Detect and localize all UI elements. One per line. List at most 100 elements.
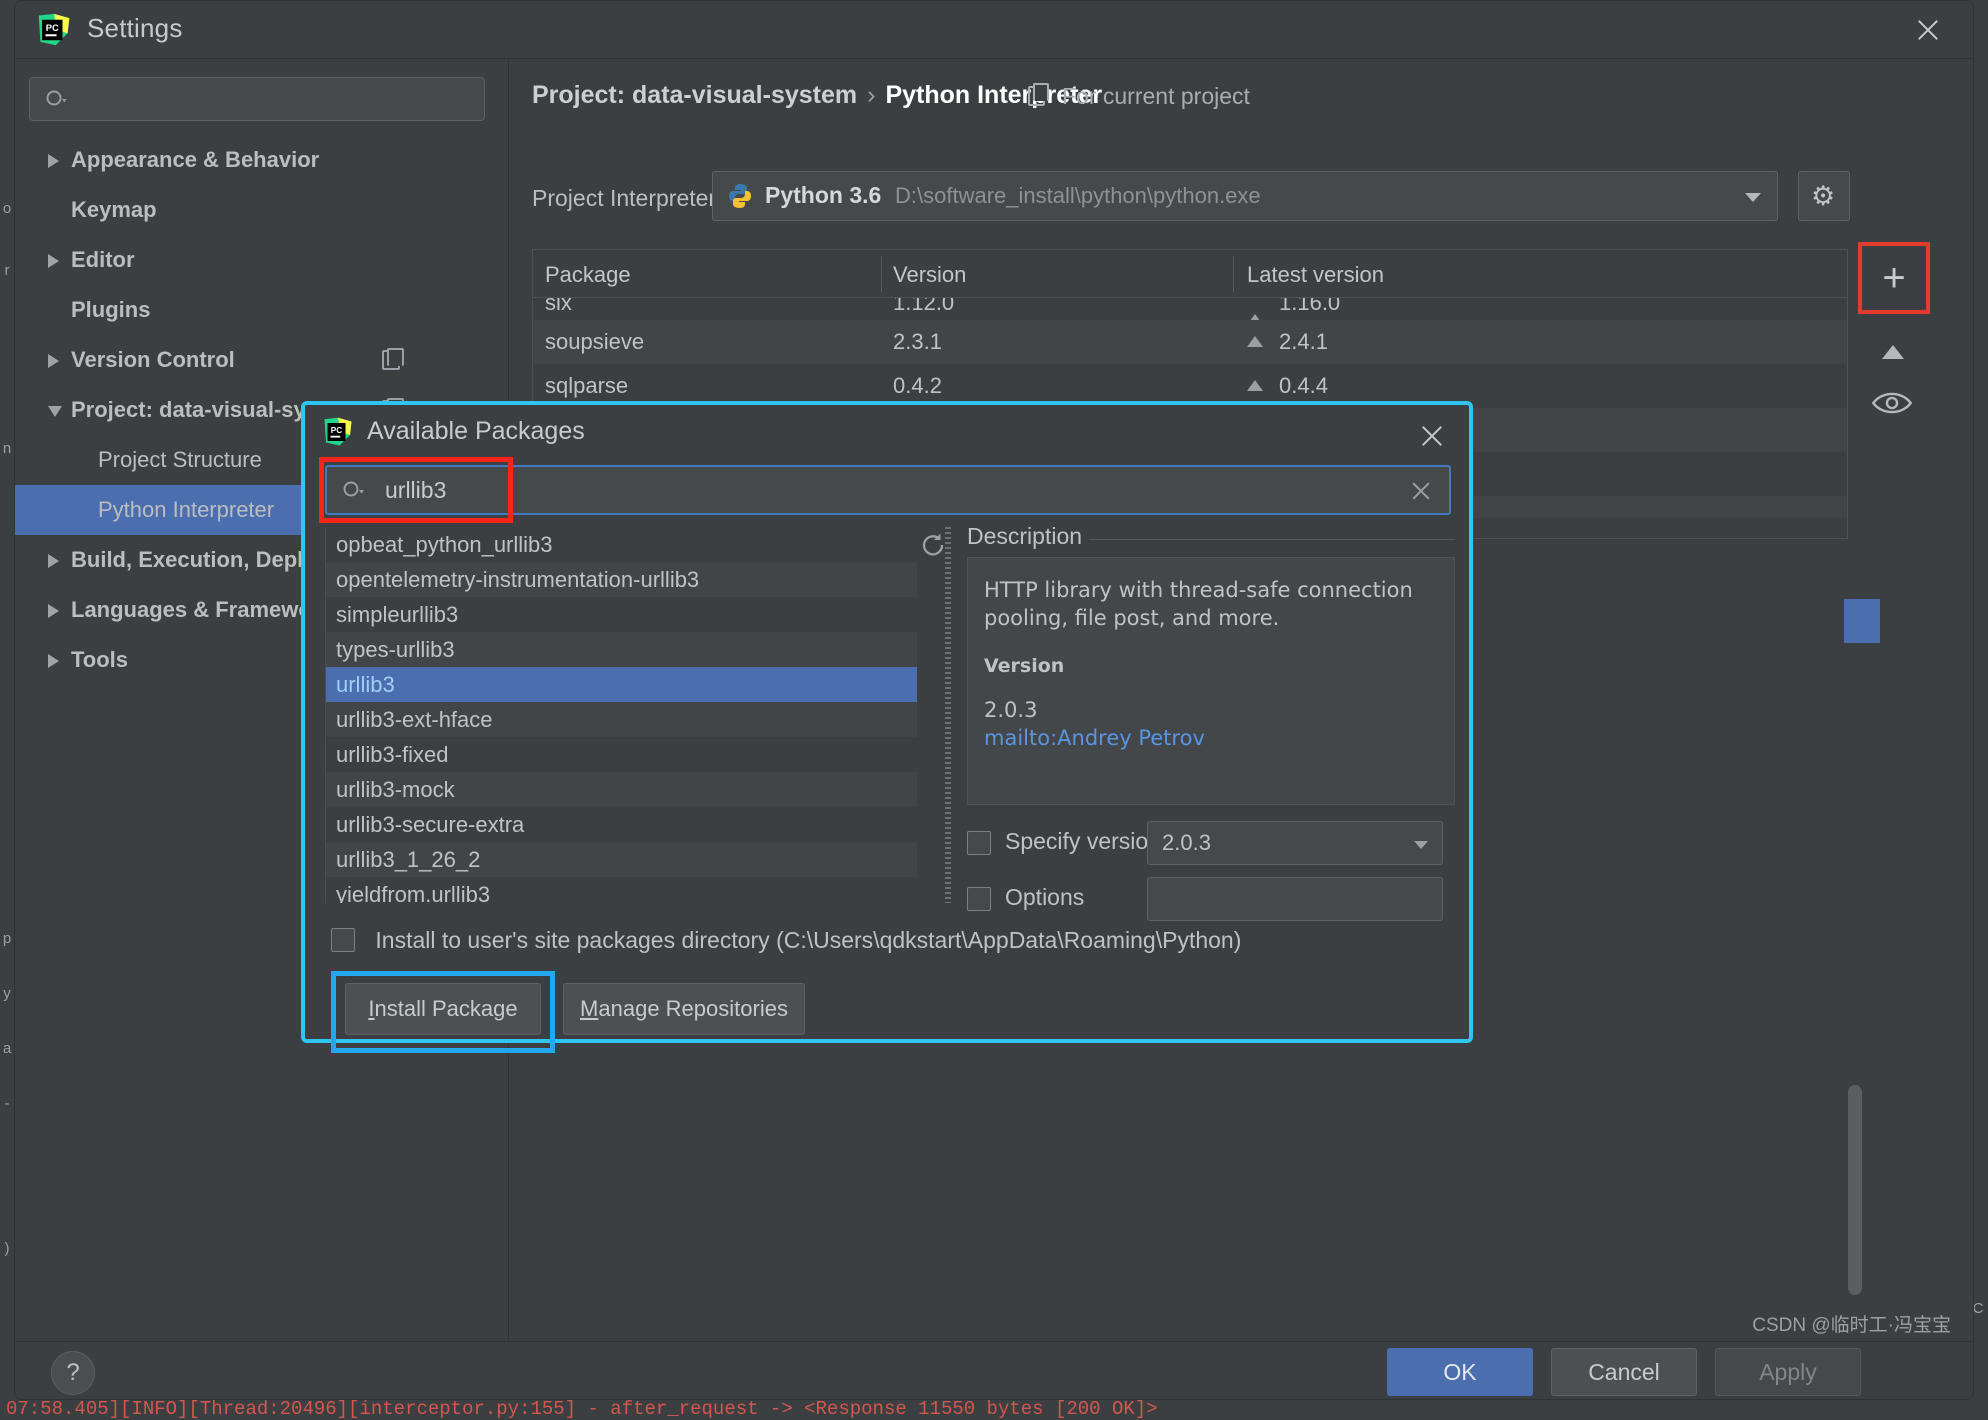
sidebar-item-label: Python Interpreter (98, 497, 275, 522)
chevron-right-icon[interactable] (48, 654, 59, 668)
column-header-version[interactable]: Version (893, 262, 966, 288)
sidebar-item-label: Keymap (71, 197, 157, 222)
list-item[interactable]: opbeat_python_urllib3 (326, 527, 917, 562)
ok-button[interactable]: OK (1387, 1348, 1533, 1396)
list-item[interactable]: types-urllib3 (326, 632, 917, 667)
svg-text:PC: PC (46, 23, 59, 33)
options-checkbox[interactable] (967, 887, 991, 911)
for-current-project-label: For current project (1062, 83, 1250, 109)
description-body: HTTP library with thread-safe connection… (967, 557, 1455, 805)
ide-left-strip: o r n p y a - ) (0, 0, 14, 1420)
specify-version-combo[interactable]: 2.0.3 (1147, 821, 1443, 865)
add-package-button-highlight: + (1858, 242, 1930, 314)
cell-version: 2.3.1 (893, 329, 942, 354)
gear-icon: ⚙ (1811, 181, 1836, 211)
breadcrumb: Project: data-visual-system › Python Inter… (532, 81, 1102, 110)
editor-edge-glyph: y (3, 985, 11, 1002)
sidebar-item-label: Appearance & Behavior (71, 147, 320, 172)
python-icon (729, 184, 751, 208)
sidebar-item-label: Editor (71, 247, 135, 272)
list-item[interactable]: urllib3-fixed (326, 737, 917, 772)
specify-version-checkbox[interactable] (967, 831, 991, 855)
upgrade-package-button[interactable] (1874, 331, 1914, 371)
cancel-button[interactable]: Cancel (1551, 1348, 1697, 1396)
list-item[interactable]: urllib3-ext-hface (326, 702, 917, 737)
column-header-package[interactable]: Package (545, 262, 631, 288)
editor-edge-glyph: p (2, 930, 12, 947)
sidebar-item-version-control[interactable]: Version Control (15, 335, 508, 385)
sidebar-item-appearance-behavior[interactable]: Appearance & Behavior (15, 135, 508, 185)
help-button[interactable]: ? (51, 1351, 95, 1395)
options-input[interactable] (1147, 877, 1443, 921)
package-search-value: urllib3 (385, 477, 447, 503)
clear-icon[interactable] (1409, 479, 1433, 503)
manage-repositories-button[interactable]: Manage Repositories (563, 983, 805, 1035)
chevron-right-icon[interactable] (48, 154, 59, 168)
available-packages-list[interactable]: opbeat_python_urllib3 opentelemetry-instr… (325, 527, 917, 903)
column-header-latest-version[interactable]: Latest version (1247, 262, 1384, 288)
description-version-label: Version (984, 655, 1065, 677)
plus-icon: + (1882, 256, 1906, 300)
cell-latest-version: 1.16.0 (1279, 298, 1341, 315)
list-item[interactable]: urllib3 (326, 667, 917, 702)
list-item[interactable]: urllib3-mock (326, 772, 917, 807)
packages-scrollbar[interactable] (1848, 1085, 1862, 1295)
table-row[interactable]: soupsieve 2.3.1 2.4.1 (533, 320, 1847, 364)
install-package-button[interactable]: Install Package (345, 983, 541, 1035)
close-icon[interactable] (1909, 11, 1947, 49)
specify-version-label: Specify version (1005, 828, 1161, 854)
chevron-right-icon[interactable] (48, 254, 59, 268)
chevron-right-icon[interactable] (48, 554, 59, 568)
interpreter-settings-gear-button[interactable]: ⚙ (1798, 171, 1850, 221)
chevron-right-icon[interactable] (48, 354, 59, 368)
available-packages-dialog: PC Available Packages urllib3 opbeat_pyt… (301, 401, 1473, 1053)
copy-icon[interactable] (382, 348, 404, 370)
description-version-value: 2.0.3 (984, 698, 1038, 722)
chevron-right-icon[interactable] (48, 604, 59, 618)
table-row[interactable]: six 1.12.0 1.16.0 (533, 298, 1847, 320)
settings-bottom-bar: ? OK Cancel Apply (15, 1341, 1973, 1399)
settings-window: PC Settings Appearance & Behavior Keymap E… (14, 0, 1974, 1400)
search-icon (46, 90, 67, 106)
settings-search-input[interactable] (29, 77, 485, 121)
add-package-button[interactable]: + (1867, 251, 1921, 305)
sidebar-item-editor[interactable]: Editor (15, 235, 508, 285)
search-icon (343, 481, 364, 497)
dialog-close-icon[interactable] (1415, 419, 1449, 453)
install-to-user-site-checkbox[interactable] (331, 928, 355, 952)
selection-marker (1844, 599, 1880, 643)
list-item[interactable]: opentelemetry-instrumentation-urllib3 (326, 562, 917, 597)
list-item[interactable]: yieldfrom.urllib3 (326, 877, 917, 903)
triangle-up-icon (1247, 380, 1263, 391)
list-item[interactable]: urllib3-secure-extra (326, 807, 917, 842)
project-interpreter-combo[interactable]: Python 3.6 D:\software_install\python\py… (712, 171, 1778, 221)
breadcrumb-project[interactable]: Project: data-visual-system (532, 81, 857, 109)
chevron-down-icon (1745, 193, 1761, 202)
editor-edge-glyph: o (2, 200, 12, 217)
install-package-label: nstall Package (374, 996, 518, 1021)
specify-version-value: 2.0.3 (1162, 830, 1211, 855)
install-to-user-site-label: Install to user's site packages director… (375, 927, 1242, 953)
install-to-user-site-row: Install to user's site packages director… (331, 927, 1241, 954)
list-item[interactable]: urllib3_1_26_2 (326, 842, 917, 877)
package-search-input[interactable]: urllib3 (325, 465, 1451, 515)
watermark: CSDN @临时工·冯宝宝 (1752, 1315, 1951, 1336)
sidebar-item-plugins[interactable]: Plugins (15, 285, 508, 335)
breadcrumb-separator-icon: › (867, 81, 876, 109)
sidebar-item-keymap[interactable]: Keymap (15, 185, 508, 235)
splitter-handle[interactable] (945, 527, 951, 903)
show-early-releases-button[interactable] (1870, 387, 1918, 427)
triangle-up-icon (1247, 336, 1263, 347)
cell-latest-version: 2.4.1 (1279, 329, 1328, 354)
copy-icon (1028, 83, 1049, 106)
svg-text:PC: PC (331, 426, 343, 435)
list-item[interactable]: simpleurllib3 (326, 597, 917, 632)
sidebar-item-label: Tools (71, 647, 129, 672)
description-author-link[interactable]: mailto:Andrey Petrov (984, 724, 1438, 752)
for-current-project-link[interactable]: For current project (1028, 83, 1250, 110)
editor-edge-glyph: ) (4, 1240, 10, 1257)
settings-titlebar: PC Settings (15, 1, 1973, 59)
description-text: HTTP library with thread-safe connection… (984, 578, 1413, 630)
chevron-down-icon[interactable] (48, 406, 62, 417)
refresh-icon[interactable] (919, 531, 947, 559)
